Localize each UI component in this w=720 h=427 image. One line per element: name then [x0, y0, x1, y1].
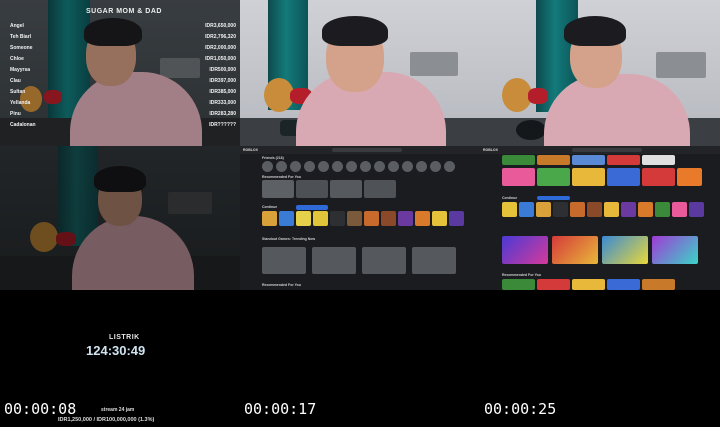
friends-label: Friends (218): [262, 156, 284, 160]
webcam-frame-1: SUGAR MOM & DAD Angel IDR3,650,000 Teh Bi…: [0, 0, 240, 146]
continue-label: Continue: [262, 205, 278, 209]
game-thumbnail[interactable]: [642, 279, 675, 290]
game-thumbnail[interactable]: [607, 168, 640, 186]
search-input[interactable]: [332, 148, 402, 152]
play-button[interactable]: [537, 196, 570, 200]
game-thumbnail[interactable]: [607, 279, 640, 290]
game-tile[interactable]: [296, 211, 311, 226]
game-thumbnail[interactable]: [502, 168, 535, 186]
recommended-label: Recommended For You: [502, 273, 541, 277]
game-tile[interactable]: [655, 202, 670, 217]
friend-avatar[interactable]: [402, 161, 413, 172]
friend-avatar[interactable]: [416, 161, 427, 172]
game-tile[interactable]: [604, 202, 619, 217]
game-tile[interactable]: [519, 202, 534, 217]
game-thumbnail[interactable]: [537, 168, 570, 186]
play-button[interactable]: [296, 205, 328, 210]
roblox-logo: ROBLOX: [243, 148, 258, 152]
game-tile[interactable]: [279, 211, 294, 226]
game-tile[interactable]: [672, 202, 687, 217]
game-thumbnail[interactable]: [537, 155, 570, 165]
game-tile[interactable]: [570, 202, 585, 217]
webcam-frame-4: [0, 146, 240, 290]
game-thumbnail[interactable]: [312, 247, 356, 274]
game-thumbnail[interactable]: [362, 247, 406, 274]
continue-label: Continue: [502, 196, 518, 200]
friend-avatar[interactable]: [360, 161, 371, 172]
game-thumbnail[interactable]: [330, 180, 362, 198]
game-thumbnail[interactable]: [552, 236, 598, 264]
game-thumbnail[interactable]: [642, 168, 675, 186]
game-tile[interactable]: [536, 202, 551, 217]
game-thumbnail[interactable]: [652, 236, 698, 264]
recommended-label: Recommended For You: [262, 175, 301, 179]
game-thumbnail[interactable]: [364, 180, 396, 198]
friend-avatar[interactable]: [388, 161, 399, 172]
game-thumbnail[interactable]: [572, 279, 605, 290]
game-tile[interactable]: [621, 202, 636, 217]
friend-avatar[interactable]: [374, 161, 385, 172]
game-thumbnail[interactable]: [602, 236, 648, 264]
game-tile[interactable]: [553, 202, 568, 217]
listrik-timer: 124:30:49: [86, 343, 146, 358]
game-thumbnail[interactable]: [642, 155, 675, 165]
game-tile[interactable]: [587, 202, 602, 217]
friend-avatar[interactable]: [332, 161, 343, 172]
game-tile[interactable]: [262, 211, 277, 226]
game-thumbnail[interactable]: [607, 155, 640, 165]
game-tile[interactable]: [313, 211, 328, 226]
friend-avatar[interactable]: [304, 161, 315, 172]
game-thumbnail[interactable]: [677, 168, 702, 186]
game-thumbnail[interactable]: [412, 247, 456, 274]
game-tile[interactable]: [638, 202, 653, 217]
friend-avatar[interactable]: [318, 161, 329, 172]
friend-avatar[interactable]: [430, 161, 441, 172]
game-thumbnail[interactable]: [502, 155, 535, 165]
game-thumbnail[interactable]: [262, 247, 306, 274]
game-tile[interactable]: [415, 211, 430, 226]
game-thumbnail[interactable]: [572, 168, 605, 186]
leaderboard-title: SUGAR MOM & DAD: [86, 8, 162, 15]
game-tile[interactable]: [381, 211, 396, 226]
game-tile[interactable]: [432, 211, 447, 226]
top-bar: ROBLOX: [240, 146, 480, 154]
webcam-frame-2: [240, 0, 480, 146]
game-thumbnail[interactable]: [537, 279, 570, 290]
roblox-logo: ROBLOX: [483, 148, 498, 152]
game-thumbnail[interactable]: [572, 155, 605, 165]
top-bar: ROBLOX: [480, 146, 720, 154]
friend-avatar[interactable]: [262, 161, 273, 172]
game-tile[interactable]: [689, 202, 704, 217]
friend-avatar[interactable]: [290, 161, 301, 172]
recommended-label-2: Recommended For You: [262, 283, 301, 287]
game-tile[interactable]: [364, 211, 379, 226]
listrik-label: LISTRIK: [109, 334, 140, 341]
friend-avatar[interactable]: [346, 161, 357, 172]
game-tile[interactable]: [330, 211, 345, 226]
game-tile[interactable]: [347, 211, 362, 226]
game-tile[interactable]: [398, 211, 413, 226]
roblox-games-screen: ROBLOX Continue Recommended For You: [480, 146, 720, 290]
stream-progress: IDR1,250,000 / IDR100,000,000 (1.3%): [58, 417, 155, 423]
game-tile[interactable]: [502, 202, 517, 217]
timestamp-1: 00:00:08: [4, 400, 77, 418]
stream-label: stream 24 jam: [101, 407, 135, 413]
game-thumbnail[interactable]: [296, 180, 328, 198]
roblox-home-screen: ROBLOX Friends (218) Recommended For You…: [240, 146, 480, 290]
friend-avatar[interactable]: [276, 161, 287, 172]
webcam-frame-3: [480, 0, 720, 146]
timestamp-2: 00:00:17: [244, 400, 317, 418]
game-tile[interactable]: [449, 211, 464, 226]
sponsored-label: Standout Games: Trending Now: [262, 237, 316, 241]
friend-avatar[interactable]: [444, 161, 455, 172]
search-input[interactable]: [572, 148, 642, 152]
game-thumbnail[interactable]: [262, 180, 294, 198]
game-thumbnail[interactable]: [502, 279, 535, 290]
game-thumbnail[interactable]: [502, 236, 548, 264]
timestamp-3: 00:00:25: [484, 400, 557, 418]
